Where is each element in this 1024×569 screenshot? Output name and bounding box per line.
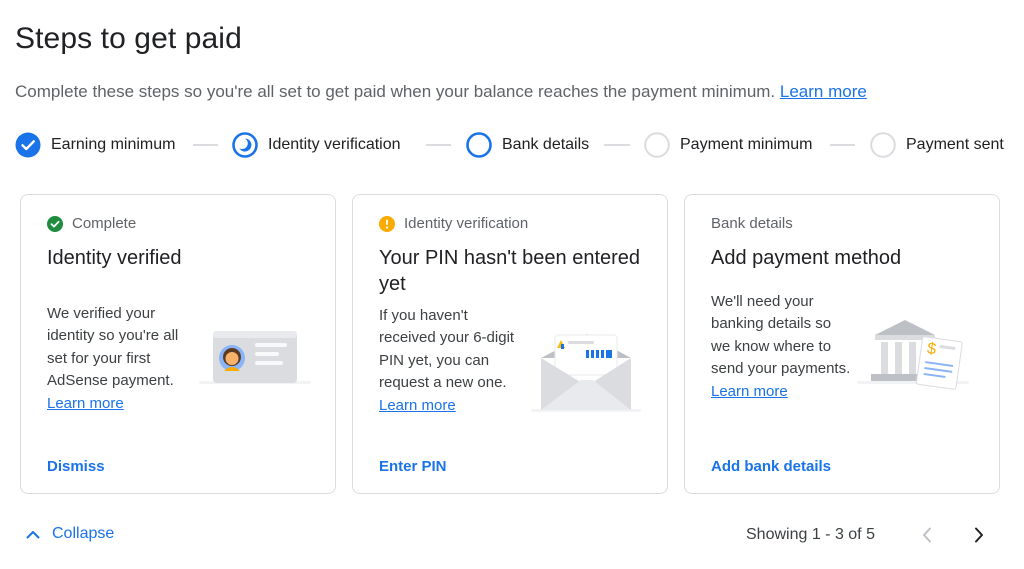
step-in-progress-icon: [232, 132, 258, 158]
step-label: Earning minimum: [51, 136, 176, 153]
check-circle-icon: [47, 215, 63, 232]
card-heading: Add payment method: [711, 247, 902, 269]
card-heading: Your PIN hasn't been entered yet: [379, 247, 641, 295]
card-heading: Identity verified: [47, 247, 182, 269]
step-payment-minimum[interactable]: Payment minimum: [644, 131, 812, 159]
card-body: We'll need your banking details so we kn…: [711, 291, 851, 403]
enter-pin-button[interactable]: Enter PIN: [379, 458, 447, 475]
pagination-status: Showing 1 - 3 of 5: [746, 526, 875, 543]
step-current-ring-icon: [466, 132, 492, 158]
collapse-button[interactable]: Collapse: [26, 525, 114, 543]
step-payment-sent[interactable]: Payment sent: [870, 131, 1004, 159]
bank-building-illustration: $: [857, 320, 969, 390]
card-body-text: If you haven't received your 6-digit PIN…: [379, 307, 515, 392]
step-pending-ring-icon: [644, 132, 670, 158]
next-page-button[interactable]: [966, 522, 992, 548]
chevron-left-icon: [923, 527, 931, 543]
card-status-label: Bank details: [711, 215, 793, 232]
card-status-label: Identity verification: [404, 215, 529, 232]
envelope-pin-illustration: [531, 334, 641, 412]
dismiss-button[interactable]: Dismiss: [47, 458, 105, 475]
card-status: Complete: [47, 215, 136, 232]
subtitle-text: Complete these steps so you're all set t…: [15, 82, 776, 101]
step-earning-minimum[interactable]: Earning minimum: [15, 131, 175, 159]
add-bank-details-button[interactable]: Add bank details: [711, 458, 831, 475]
payment-stepper: Earning minimum Identity verification Ba…: [15, 131, 1015, 159]
step-label: Identity verification: [268, 136, 401, 153]
card-status: Bank details: [711, 215, 793, 232]
card-body-text: We'll need your banking details so we kn…: [711, 293, 851, 378]
warning-circle-icon: [379, 215, 395, 232]
subtitle-learn-more-link[interactable]: Learn more: [780, 82, 867, 101]
step-pending-ring-icon: [870, 132, 896, 158]
page-subtitle: Complete these steps so you're all set t…: [15, 82, 867, 102]
card-pin-not-entered: Identity verification Your PIN hasn't be…: [352, 194, 668, 494]
chevron-up-icon: [26, 530, 40, 538]
step-identity-verification[interactable]: Identity verification: [232, 131, 401, 159]
step-label: Payment sent: [906, 136, 1004, 153]
step-connector: [426, 144, 451, 146]
step-label: Payment minimum: [680, 136, 813, 153]
card-add-payment-method: Bank details Add payment method We'll ne…: [684, 194, 1000, 494]
card-status-label: Complete: [72, 215, 137, 232]
card-status: Identity verification: [379, 215, 528, 232]
card-body: If you haven't received your 6-digit PIN…: [379, 305, 519, 417]
step-complete-check-icon: [15, 132, 41, 158]
step-label: Bank details: [502, 136, 590, 153]
chevron-right-icon: [975, 527, 983, 543]
collapse-label: Collapse: [52, 525, 115, 542]
card-learn-more-link[interactable]: Learn more: [47, 395, 124, 412]
id-card-illustration: [199, 331, 311, 384]
card-identity-verified: Complete Identity verified We verified y…: [20, 194, 336, 494]
card-learn-more-link[interactable]: Learn more: [379, 397, 456, 414]
card-learn-more-link[interactable]: Learn more: [711, 383, 788, 400]
step-connector: [604, 144, 630, 146]
card-body-text: We verified your identity so you're all …: [47, 305, 179, 390]
previous-page-button[interactable]: [914, 522, 940, 548]
card-body: We verified your identity so you're all …: [47, 303, 195, 415]
step-connector: [830, 144, 855, 146]
page-title: Steps to get paid: [15, 22, 242, 55]
step-connector: [193, 144, 218, 146]
step-bank-details[interactable]: Bank details: [466, 131, 589, 159]
